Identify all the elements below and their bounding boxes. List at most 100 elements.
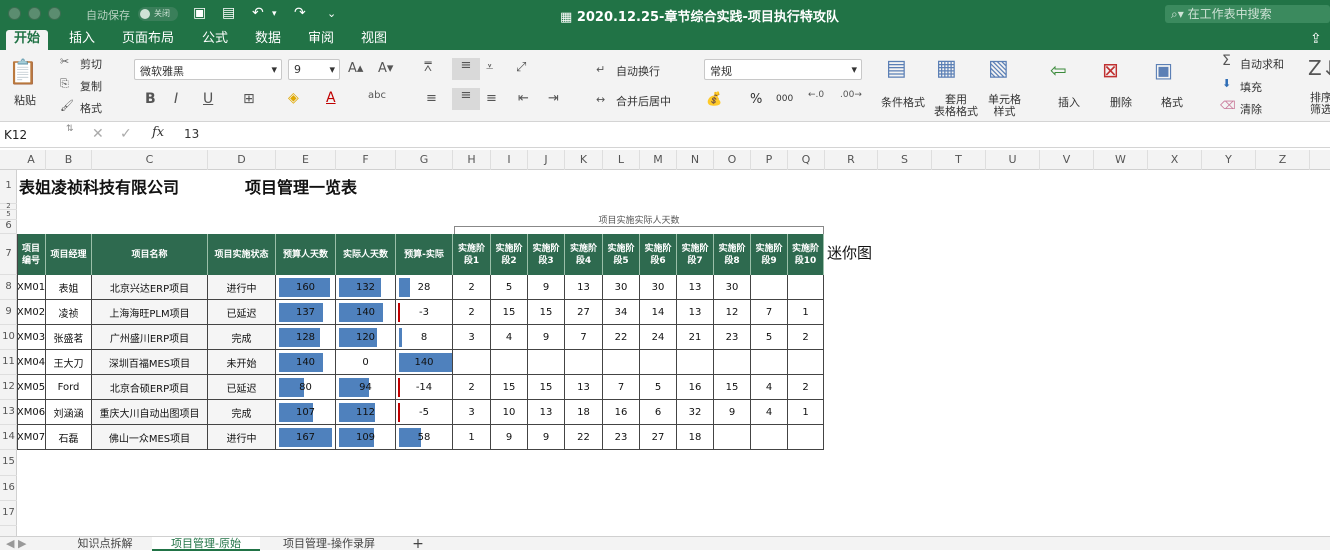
function-icon[interactable]: fx: [152, 125, 164, 140]
insert-cells-icon[interactable]: ⇦: [1050, 58, 1067, 82]
tab-data[interactable]: 数据: [255, 30, 281, 50]
databar-cell-budget[interactable]: 128: [276, 325, 336, 350]
format-as-table-button[interactable]: 套用 表格格式: [934, 94, 978, 118]
name-box-stepper-icon[interactable]: ⇅: [66, 124, 74, 134]
cell-stage-1[interactable]: 3: [453, 325, 491, 350]
cell-stage-2[interactable]: 10: [491, 400, 528, 425]
cell-name[interactable]: 广州盛川ERP项目: [92, 325, 208, 350]
cell-stage-2[interactable]: 5: [491, 275, 528, 300]
cell-stage-2[interactable]: 4: [491, 325, 528, 350]
cell-stage-8[interactable]: 15: [714, 375, 751, 400]
cell-stage-6[interactable]: 6: [640, 400, 677, 425]
tab-formulas[interactable]: 公式: [202, 30, 228, 50]
name-box[interactable]: K12: [4, 127, 74, 144]
table-header[interactable]: 项目 编号: [17, 234, 46, 275]
eraser-icon[interactable]: ⌫: [1220, 99, 1236, 112]
databar-cell-actual[interactable]: 140: [336, 300, 396, 325]
databar-cell-budget[interactable]: 137: [276, 300, 336, 325]
fill-icon[interactable]: ⬇: [1222, 77, 1231, 90]
cell-stage-7[interactable]: 18: [677, 425, 714, 450]
cell-stage-8[interactable]: 12: [714, 300, 751, 325]
cell-status[interactable]: 进行中: [208, 275, 276, 300]
cell-mgr[interactable]: 刘涵涵: [46, 400, 92, 425]
table-header[interactable]: 预算人天数: [276, 234, 336, 275]
row-header-12[interactable]: 12: [0, 375, 17, 400]
row-header-1[interactable]: 1: [0, 170, 17, 204]
copy-button[interactable]: 复制: [80, 78, 102, 94]
row-header-14[interactable]: 14: [0, 425, 17, 450]
column-header-b[interactable]: B: [46, 150, 92, 170]
row-header-17[interactable]: 17: [0, 501, 17, 526]
cell-stage-5[interactable]: 23: [603, 425, 640, 450]
cell-status[interactable]: 完成: [208, 325, 276, 350]
cell-name[interactable]: 北京兴达ERP项目: [92, 275, 208, 300]
databar-cell-diff[interactable]: 8: [396, 325, 453, 350]
cell-stage-9[interactable]: [751, 275, 788, 300]
databar-cell-actual[interactable]: 132: [336, 275, 396, 300]
share-icon[interactable]: ⇪: [1310, 30, 1322, 50]
cell-stage-4[interactable]: 22: [565, 425, 603, 450]
cell-stage-9[interactable]: 5: [751, 325, 788, 350]
cut-icon[interactable]: ✂: [60, 55, 69, 68]
cell-stage-4[interactable]: 27: [565, 300, 603, 325]
column-header-v[interactable]: V: [1040, 150, 1094, 170]
cell-stage-9[interactable]: [751, 350, 788, 375]
tab-home[interactable]: 开始: [6, 30, 49, 50]
row-header-15[interactable]: 15: [0, 450, 17, 476]
column-header-c[interactable]: C: [92, 150, 208, 170]
decrease-font-icon[interactable]: A▾: [378, 61, 393, 76]
cell-name[interactable]: 深圳百福MES项目: [92, 350, 208, 375]
column-header-h[interactable]: H: [453, 150, 491, 170]
cell-status[interactable]: 已延迟: [208, 375, 276, 400]
percent-button[interactable]: %: [750, 92, 762, 107]
cell-stage-1[interactable]: 1: [453, 425, 491, 450]
cell-id[interactable]: XM05: [17, 375, 46, 400]
cell-stage-1[interactable]: 3: [453, 400, 491, 425]
table-header[interactable]: 预算-实际: [396, 234, 453, 275]
cancel-icon[interactable]: ✕: [92, 126, 104, 142]
zoom-window-button[interactable]: [48, 7, 61, 20]
column-header-o[interactable]: O: [714, 150, 751, 170]
cell-stage-1[interactable]: 2: [453, 300, 491, 325]
undo-dropdown-icon[interactable]: ▾: [272, 9, 277, 19]
cell-stage-6[interactable]: 14: [640, 300, 677, 325]
cell-stage-10[interactable]: [788, 425, 824, 450]
column-header-p[interactable]: P: [751, 150, 788, 170]
add-sheet-button[interactable]: +: [400, 537, 436, 551]
databar-cell-diff[interactable]: -3: [396, 300, 453, 325]
cell-id[interactable]: XM01: [17, 275, 46, 300]
table-header[interactable]: 实施阶 段10: [788, 234, 824, 275]
table-header[interactable]: 实施阶 段4: [565, 234, 603, 275]
align-bottom-icon[interactable]: ⩡: [486, 60, 493, 75]
tab-insert[interactable]: 插入: [69, 30, 95, 50]
cell-stage-8[interactable]: 9: [714, 400, 751, 425]
cell-stage-10[interactable]: 1: [788, 400, 824, 425]
cell-stage-6[interactable]: 30: [640, 275, 677, 300]
sheet-tab-original[interactable]: 项目管理-原始: [152, 537, 260, 551]
cell-stage-2[interactable]: 15: [491, 300, 528, 325]
column-header-i[interactable]: I: [491, 150, 528, 170]
align-center-icon[interactable]: ≡: [452, 88, 480, 110]
align-top-icon[interactable]: ⩞: [424, 60, 432, 75]
cell-stage-3[interactable]: 9: [528, 425, 565, 450]
column-header-s[interactable]: S: [878, 150, 932, 170]
row-header-6[interactable]: 6: [0, 220, 17, 234]
cell-stage-3[interactable]: 13: [528, 400, 565, 425]
clear-button[interactable]: 清除: [1240, 101, 1262, 117]
format-as-table-icon[interactable]: ▦: [936, 56, 957, 81]
column-header-u[interactable]: U: [986, 150, 1040, 170]
customize-toolbar-icon[interactable]: ⌄: [327, 7, 336, 20]
cell-stage-4[interactable]: 13: [565, 275, 603, 300]
cell-stage-10[interactable]: 2: [788, 325, 824, 350]
confirm-icon[interactable]: ✓: [120, 126, 132, 142]
row-header-7[interactable]: 7: [0, 234, 17, 275]
cell-stage-8[interactable]: [714, 350, 751, 375]
cell-stage-2[interactable]: 15: [491, 375, 528, 400]
cell-id[interactable]: XM02: [17, 300, 46, 325]
column-header-t[interactable]: T: [932, 150, 986, 170]
table-header[interactable]: 项目名称: [92, 234, 208, 275]
wrap-text-button[interactable]: 自动换行: [616, 63, 660, 79]
increase-font-icon[interactable]: A▴: [348, 61, 363, 76]
table-header[interactable]: 实施阶 段8: [714, 234, 751, 275]
databar-cell-budget[interactable]: 140: [276, 350, 336, 375]
